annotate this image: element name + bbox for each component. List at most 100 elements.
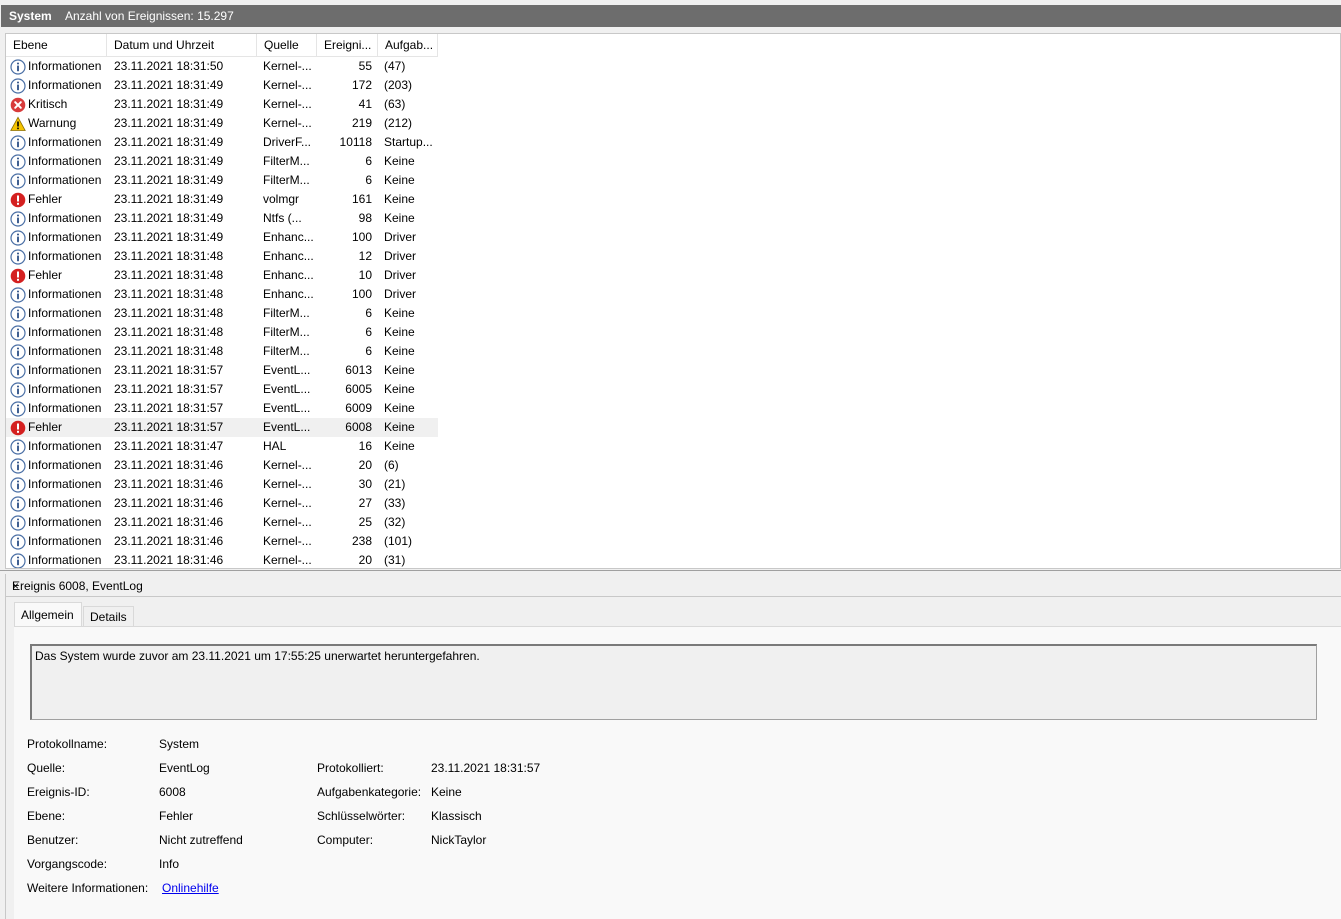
level-cell: Fehler (6, 266, 107, 285)
table-row[interactable]: Informationen 23.11.2021 18:31:49 DriverF.… (6, 133, 438, 152)
event-id-label: Ereignis-ID: (27, 785, 90, 799)
table-row[interactable]: Informationen 23.11.2021 18:31:48 Enhanc..… (6, 285, 438, 304)
level-value: Fehler (159, 809, 194, 823)
tab-details[interactable]: Details (83, 606, 134, 626)
info-icon (10, 210, 26, 227)
info-icon (10, 77, 26, 94)
event-id-cell: 172 (351, 78, 372, 92)
table-row[interactable]: Informationen 23.11.2021 18:31:46 Kernel-.… (6, 456, 438, 475)
table-row[interactable]: Informationen 23.11.2021 18:31:48 FilterM.… (6, 342, 438, 361)
table-row[interactable]: Informationen 23.11.2021 18:31:49 Ntfs (..… (6, 209, 438, 228)
level-cell: Informationen (6, 285, 107, 304)
source-cell: Kernel-... (263, 59, 312, 73)
source-cell: volmgr (263, 192, 300, 206)
event-id-cell: 20 (358, 458, 372, 472)
source-label: Quelle: (27, 761, 66, 775)
table-row[interactable]: Informationen 23.11.2021 18:31:49 FilterM.… (6, 171, 438, 190)
task-category-value: Keine (431, 785, 462, 799)
table-row[interactable]: Informationen 23.11.2021 18:31:57 EventL..… (6, 380, 438, 399)
table-row[interactable]: Informationen 23.11.2021 18:31:49 Kernel-.… (6, 76, 438, 95)
event-id-cell: 6 (365, 154, 372, 168)
table-row[interactable]: Informationen 23.11.2021 18:31:48 Enhanc..… (6, 247, 438, 266)
date-cell: 23.11.2021 18:31:46 (114, 553, 224, 567)
event-id-cell: 30 (358, 477, 372, 491)
event-id-cell: 10 (358, 268, 372, 282)
table-row[interactable]: Informationen 23.11.2021 18:31:57 EventL..… (6, 361, 438, 380)
task-category-label: Aufgabenkategorie: (317, 785, 422, 799)
task-cell: Keine (384, 344, 415, 358)
info-icon (10, 533, 26, 550)
level-text: Informationen (28, 249, 102, 263)
level-cell: Informationen (6, 513, 107, 532)
table-row[interactable]: Informationen 23.11.2021 18:31:46 Kernel-.… (6, 475, 438, 494)
event-message-box[interactable]: Das System wurde zuvor am 23.11.2021 um … (30, 644, 1317, 720)
opcode-value: Info (159, 857, 180, 871)
warning-icon (10, 115, 26, 132)
event-list[interactable]: Ebene Datum und Uhrzeit Quelle Ereigni..… (5, 33, 1341, 569)
date-cell: 23.11.2021 18:31:57 (114, 401, 224, 415)
source-cell: HAL (263, 439, 287, 453)
task-cell: (212) (384, 116, 413, 130)
user-label: Benutzer: (27, 833, 79, 847)
log-name-label: Protokollname: (27, 737, 108, 751)
task-cell: (33) (384, 496, 406, 510)
table-row[interactable]: Informationen 23.11.2021 18:31:46 Kernel-.… (6, 513, 438, 532)
task-cell: Driver (384, 230, 416, 244)
event-id-cell: 6 (365, 344, 372, 358)
level-text: Informationen (28, 154, 102, 168)
table-row[interactable]: Fehler 23.11.2021 18:31:49 volmgr 161 Keine (6, 190, 438, 209)
table-row[interactable]: Informationen 23.11.2021 18:31:46 Kernel-.… (6, 551, 438, 568)
column-header-level[interactable]: Ebene (6, 34, 107, 57)
task-cell: Keine (384, 325, 415, 339)
tab-general[interactable]: Allgemein (14, 602, 82, 628)
table-row[interactable]: Fehler 23.11.2021 18:31:57 EventL... 6008 Ke… (6, 418, 438, 437)
level-text: Informationen (28, 344, 102, 358)
task-cell: (6) (384, 458, 399, 472)
level-cell: Informationen (6, 456, 107, 475)
online-help-link[interactable]: Onlinehilfe (162, 881, 219, 895)
table-row[interactable]: Informationen 23.11.2021 18:31:49 Enhanc..… (6, 228, 438, 247)
level-text: Informationen (28, 534, 102, 548)
column-header-event-id[interactable]: Ereigni... (317, 34, 378, 57)
date-cell: 23.11.2021 18:31:50 (114, 59, 224, 73)
level-text: Informationen (28, 59, 102, 73)
column-header-date[interactable]: Datum und Uhrzeit (107, 34, 257, 57)
table-row[interactable]: Informationen 23.11.2021 18:31:48 FilterM.… (6, 323, 438, 342)
table-row[interactable]: Warnung 23.11.2021 18:31:49 Kernel-... 219 (… (6, 114, 438, 133)
task-cell: Keine (384, 382, 415, 396)
table-row[interactable]: Fehler 23.11.2021 18:31:48 Enhanc... 10 Driv… (6, 266, 438, 285)
source-value: EventLog (159, 761, 210, 775)
level-cell: Informationen (6, 209, 107, 228)
event-message: Das System wurde zuvor am 23.11.2021 um … (35, 649, 480, 663)
keywords-value: Klassisch (431, 809, 482, 823)
date-cell: 23.11.2021 18:31:57 (114, 363, 224, 377)
table-row[interactable]: Informationen 23.11.2021 18:31:49 FilterM.… (6, 152, 438, 171)
event-id-cell: 100 (351, 287, 372, 301)
info-icon (10, 248, 26, 265)
level-cell: Informationen (6, 380, 107, 399)
level-cell: Informationen (6, 323, 107, 342)
table-row[interactable]: Informationen 23.11.2021 18:31:57 EventL..… (6, 399, 438, 418)
table-row[interactable]: Kritisch 23.11.2021 18:31:49 Kernel-... 41 (… (6, 95, 438, 114)
task-cell: (32) (384, 515, 406, 529)
info-icon (10, 514, 26, 531)
level-cell: Informationen (6, 57, 107, 76)
date-cell: 23.11.2021 18:31:46 (114, 534, 224, 548)
user-value: Nicht zutreffend (159, 833, 243, 847)
level-text: Informationen (28, 363, 102, 377)
date-cell: 23.11.2021 18:31:46 (114, 477, 224, 491)
close-icon[interactable]: × (12, 579, 1341, 593)
table-row[interactable]: Informationen 23.11.2021 18:31:47 HAL 16 Kei… (6, 437, 438, 456)
task-cell: Keine (384, 211, 415, 225)
table-row[interactable]: Informationen 23.11.2021 18:31:50 Kernel-.… (6, 57, 438, 76)
column-header-source[interactable]: Quelle (257, 34, 317, 57)
level-text: Fehler (28, 420, 63, 434)
info-icon (10, 457, 26, 474)
level-cell: Informationen (6, 532, 107, 551)
level-text: Informationen (28, 496, 102, 510)
table-row[interactable]: Informationen 23.11.2021 18:31:46 Kernel-.… (6, 532, 438, 551)
column-header-task[interactable]: Aufgab... (378, 34, 438, 57)
event-id-cell: 6 (365, 173, 372, 187)
table-row[interactable]: Informationen 23.11.2021 18:31:46 Kernel-.… (6, 494, 438, 513)
table-row[interactable]: Informationen 23.11.2021 18:31:48 FilterM.… (6, 304, 438, 323)
